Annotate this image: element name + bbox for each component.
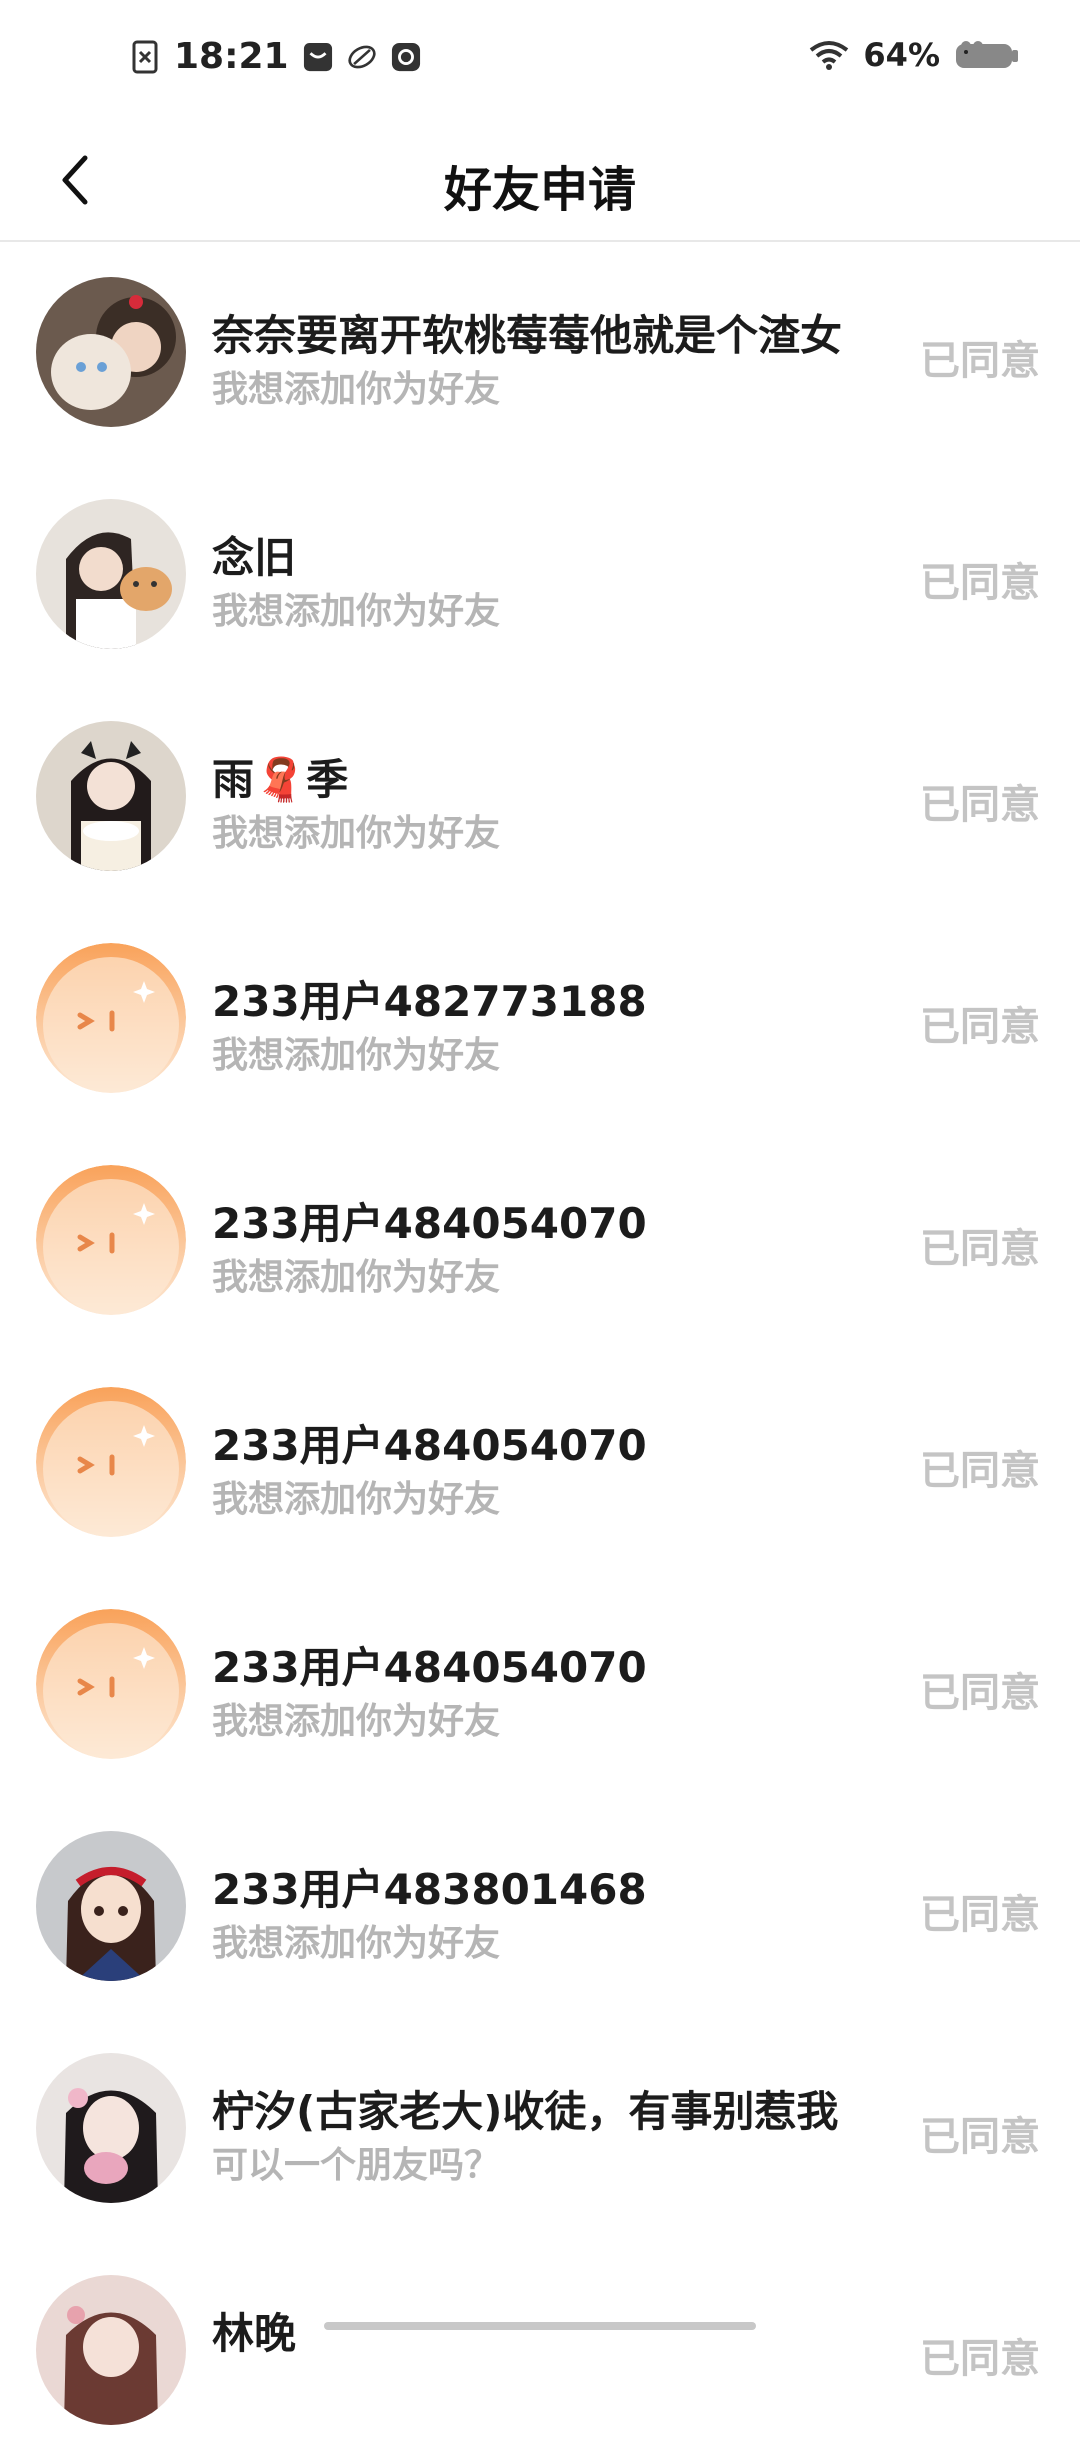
avatar[interactable]: [36, 721, 186, 871]
battery-percent: 64%: [863, 36, 940, 74]
friend-request-item[interactable]: 柠汐(古家老大)收徒，有事别惹我 可以一个朋友吗？ 已同意: [0, 2018, 1080, 2240]
default-avatar[interactable]: [36, 1165, 186, 1315]
status-label: 已同意: [920, 1004, 1040, 1050]
status-bar: 18:21 64%: [0, 0, 1080, 120]
friend-request-item[interactable]: 233用户484054070 我想添加你为好友 已同意: [0, 1130, 1080, 1352]
requester-name: 奈奈要离开软桃莓莓他就是个渣女: [212, 311, 843, 360]
friend-request-item[interactable]: 233用户484054070 我想添加你为好友 已同意: [0, 1352, 1080, 1574]
friend-request-item[interactable]: 233用户482773188 我想添加你为好友 已同意: [0, 908, 1080, 1130]
sim-icon: [130, 40, 160, 74]
friend-request-item[interactable]: 林晚 已同意: [0, 2240, 1080, 2462]
status-label: 已同意: [920, 1670, 1040, 1716]
request-message: 我想添加你为好友: [212, 369, 501, 410]
requester-name: 233用户482773188: [212, 977, 647, 1026]
status-label: 已同意: [920, 560, 1040, 606]
header: 好友申请: [0, 120, 1080, 242]
default-avatar[interactable]: [36, 1609, 186, 1759]
requester-name: 念旧: [212, 533, 297, 582]
requester-name: 233用户484054070: [212, 1421, 647, 1470]
avatar[interactable]: [36, 277, 186, 427]
status-label: 已同意: [920, 1226, 1040, 1272]
avatar[interactable]: [36, 2053, 186, 2203]
status-label: 已同意: [920, 2336, 1040, 2382]
request-message: 我想添加你为好友: [212, 1035, 501, 1076]
status-label: 已同意: [920, 1448, 1040, 1494]
request-message: 我想添加你为好友: [212, 1923, 501, 1964]
status-label: 已同意: [920, 2114, 1040, 2160]
request-message: 我想添加你为好友: [212, 1257, 501, 1298]
status-label: 已同意: [920, 1892, 1040, 1938]
requester-name: 柠汐(古家老大)收徒，有事别惹我: [212, 2087, 839, 2136]
friend-request-item[interactable]: 奈奈要离开软桃莓莓他就是个渣女 我想添加你为好友 已同意: [0, 242, 1080, 464]
clock: 18:21: [174, 36, 289, 77]
mail-icon: [391, 40, 421, 74]
status-bar-right: 64%: [809, 36, 1020, 74]
friend-request-item[interactable]: 雨🧣季 我想添加你为好友 已同意: [0, 686, 1080, 908]
default-avatar[interactable]: [36, 943, 186, 1093]
requester-name: 雨🧣季: [212, 755, 349, 804]
page-title: 好友申请: [443, 162, 636, 218]
avatar[interactable]: [36, 1831, 186, 1981]
request-message: 可以一个朋友吗？: [212, 2145, 501, 2186]
avatar[interactable]: [36, 499, 186, 649]
status-bar-left: 18:21: [130, 36, 421, 77]
request-message: 我想添加你为好友: [212, 1701, 501, 1742]
requester-name: 233用户484054070: [212, 1199, 647, 1248]
app-icon: [347, 40, 377, 74]
home-indicator[interactable]: [324, 2322, 756, 2330]
friend-request-item[interactable]: 233用户484054070 我想添加你为好友 已同意: [0, 1574, 1080, 1796]
avatar[interactable]: [36, 2275, 186, 2425]
request-message: 我想添加你为好友: [212, 591, 501, 632]
friend-request-list[interactable]: 奈奈要离开软桃莓莓他就是个渣女 我想添加你为好友 已同意 念旧 我想添加你为好友…: [0, 242, 1080, 2462]
status-label: 已同意: [920, 338, 1040, 384]
message-icon: [303, 40, 333, 74]
default-avatar[interactable]: [36, 1387, 186, 1537]
wifi-icon: [809, 38, 849, 72]
battery-icon: [954, 38, 1020, 72]
friend-request-item[interactable]: 233用户483801468 我想添加你为好友 已同意: [0, 1796, 1080, 2018]
request-message: 我想添加你为好友: [212, 1479, 501, 1520]
request-message: 我想添加你为好友: [212, 813, 501, 854]
requester-name: 233用户484054070: [212, 1643, 647, 1692]
status-label: 已同意: [920, 782, 1040, 828]
requester-name: 233用户483801468: [212, 1865, 647, 1914]
requester-name: 林晚: [212, 2309, 297, 2358]
friend-request-item[interactable]: 念旧 我想添加你为好友 已同意: [0, 464, 1080, 686]
